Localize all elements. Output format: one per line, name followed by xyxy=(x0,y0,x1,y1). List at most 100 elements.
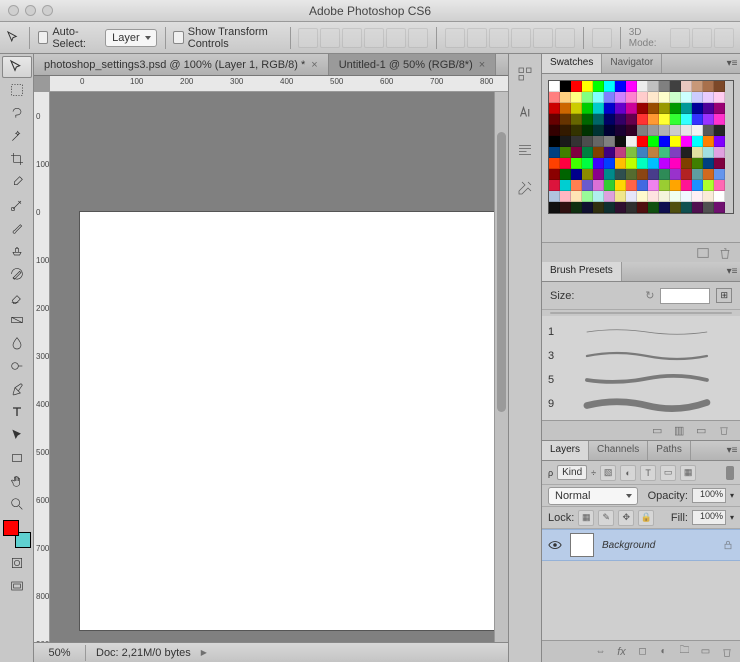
swatch[interactable] xyxy=(714,191,725,202)
swatch[interactable] xyxy=(626,191,637,202)
marquee-tool[interactable] xyxy=(2,79,32,101)
swatch[interactable] xyxy=(692,180,703,191)
swatch[interactable] xyxy=(692,147,703,158)
swatch[interactable] xyxy=(626,136,637,147)
filter-shape-icon[interactable]: ▭ xyxy=(660,465,676,481)
swatch[interactable] xyxy=(692,191,703,202)
swatch[interactable] xyxy=(703,158,714,169)
swatch[interactable] xyxy=(703,136,714,147)
filter-pixel-icon[interactable]: ▧ xyxy=(600,465,616,481)
swatch[interactable] xyxy=(604,103,615,114)
canvas-area[interactable] xyxy=(50,92,494,642)
new-group-icon[interactable]: 🗀 xyxy=(677,644,692,659)
quick-mask-tool[interactable] xyxy=(2,552,32,574)
paragraph-panel-icon[interactable] xyxy=(513,138,537,162)
swatch[interactable] xyxy=(626,81,637,92)
swatch[interactable] xyxy=(571,158,582,169)
swatch[interactable] xyxy=(571,147,582,158)
3d-roll-icon[interactable] xyxy=(692,28,712,48)
swatch[interactable] xyxy=(659,125,670,136)
preset-manager-icon[interactable]: ▥ xyxy=(674,424,688,438)
align-bottom-icon[interactable] xyxy=(342,28,362,48)
zoom-window-icon[interactable] xyxy=(42,5,53,16)
history-brush-tool[interactable] xyxy=(2,263,32,285)
align-left-icon[interactable] xyxy=(364,28,384,48)
dist-right-icon[interactable] xyxy=(555,28,575,48)
swatch[interactable] xyxy=(648,147,659,158)
swatch[interactable] xyxy=(626,147,637,158)
swatch[interactable] xyxy=(681,136,692,147)
swatch[interactable] xyxy=(648,158,659,169)
swatch[interactable] xyxy=(626,202,637,213)
swatch[interactable] xyxy=(604,147,615,158)
tab-channels[interactable]: Channels xyxy=(589,441,648,460)
swatch[interactable] xyxy=(681,147,692,158)
swatch[interactable] xyxy=(637,191,648,202)
swatch[interactable] xyxy=(648,169,659,180)
swatch[interactable] xyxy=(560,202,571,213)
brush-view-icon[interactable]: ▭ xyxy=(652,424,666,438)
swatch[interactable] xyxy=(681,202,692,213)
tab-swatches[interactable]: Swatches xyxy=(542,54,602,73)
swatch[interactable] xyxy=(549,114,560,125)
swatch[interactable] xyxy=(615,114,626,125)
layer-thumbnail[interactable] xyxy=(570,533,594,557)
eyedropper-tool[interactable] xyxy=(2,171,32,193)
swatch[interactable] xyxy=(626,158,637,169)
eraser-tool[interactable] xyxy=(2,286,32,308)
swatch[interactable] xyxy=(692,114,703,125)
close-window-icon[interactable] xyxy=(8,5,19,16)
swatch[interactable] xyxy=(549,103,560,114)
swatch[interactable] xyxy=(582,180,593,191)
swatch[interactable] xyxy=(549,180,560,191)
brush-size-input[interactable] xyxy=(660,288,710,304)
swatch[interactable] xyxy=(593,158,604,169)
swatch[interactable] xyxy=(582,92,593,103)
blur-tool[interactable] xyxy=(2,332,32,354)
swatch[interactable] xyxy=(681,169,692,180)
lock-all-icon[interactable]: 🔒 xyxy=(638,510,654,526)
swatch[interactable] xyxy=(571,92,582,103)
lock-position-icon[interactable]: ✥ xyxy=(618,510,634,526)
brush-panel-toggle-icon[interactable]: ⊞ xyxy=(716,288,732,303)
swatch[interactable] xyxy=(571,103,582,114)
clone-stamp-tool[interactable] xyxy=(2,240,32,262)
swatch[interactable] xyxy=(703,81,714,92)
swatch[interactable] xyxy=(549,92,560,103)
swatch[interactable] xyxy=(571,114,582,125)
swatch[interactable] xyxy=(714,147,725,158)
swatch[interactable] xyxy=(549,81,560,92)
swatch[interactable] xyxy=(549,202,560,213)
dist-vcenter-icon[interactable] xyxy=(467,28,487,48)
swatch[interactable] xyxy=(549,147,560,158)
hand-tool[interactable] xyxy=(2,470,32,492)
swatch[interactable] xyxy=(681,158,692,169)
swatch[interactable] xyxy=(604,169,615,180)
swatch[interactable] xyxy=(593,103,604,114)
swatch[interactable] xyxy=(560,125,571,136)
swatch[interactable] xyxy=(626,103,637,114)
auto-align-icon[interactable] xyxy=(592,28,612,48)
crop-tool[interactable] xyxy=(2,148,32,170)
blend-mode-dropdown[interactable]: Normal xyxy=(548,487,638,505)
swatch[interactable] xyxy=(670,180,681,191)
dist-left-icon[interactable] xyxy=(511,28,531,48)
swatch[interactable] xyxy=(560,147,571,158)
swatch[interactable] xyxy=(648,136,659,147)
swatch[interactable] xyxy=(604,202,615,213)
zoom-tool[interactable] xyxy=(2,493,32,515)
layer-mask-icon[interactable]: ◻ xyxy=(635,644,650,659)
new-brush-icon[interactable]: ▭ xyxy=(696,424,710,438)
swatch[interactable] xyxy=(637,169,648,180)
swatch[interactable] xyxy=(593,136,604,147)
move-tool[interactable] xyxy=(2,56,32,78)
delete-brush-icon[interactable] xyxy=(718,424,732,438)
swatch[interactable] xyxy=(604,92,615,103)
swatch[interactable] xyxy=(571,202,582,213)
tool-presets-icon[interactable] xyxy=(513,176,537,200)
swatch[interactable] xyxy=(648,103,659,114)
swatch[interactable] xyxy=(703,147,714,158)
vertical-scrollbar[interactable] xyxy=(494,92,508,642)
swatch[interactable] xyxy=(593,125,604,136)
align-vcenter-icon[interactable] xyxy=(320,28,340,48)
